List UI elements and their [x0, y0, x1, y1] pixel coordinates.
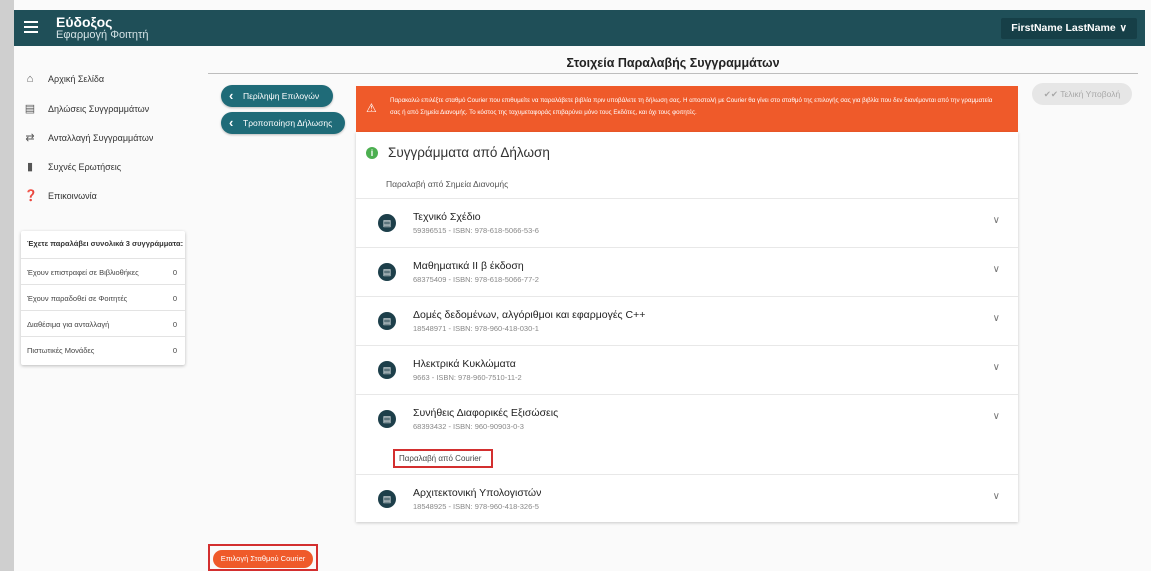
sidebar-item-label: Δηλώσεις Συγγραμμάτων: [48, 104, 150, 114]
app-subtitle: Εφαρμογή Φοιτητή: [56, 29, 149, 41]
sidebar-item-label: Αρχική Σελίδα: [48, 74, 105, 84]
book-icon: ▤: [378, 312, 396, 330]
book-meta: 68375409 - ISBN: 978-618-5066-77-2: [413, 275, 539, 284]
stats-card: Έχετε παραλάβει συνολικά 3 συγγράμματα: …: [21, 231, 185, 365]
chat-icon: ▮: [26, 161, 34, 173]
chevron-down-icon[interactable]: ∨: [993, 362, 1000, 373]
sidebar-item-label: Επικοινωνία: [48, 191, 97, 201]
book-title: Ηλεκτρικά Κυκλώματα: [413, 358, 516, 370]
final-submit-button[interactable]: ✔✔ Τελική Υποβολή: [1032, 83, 1132, 105]
book-icon: ▤: [378, 490, 396, 508]
book-item[interactable]: ▤ Τεχνικό Σχέδιο 59396515 - ISBN: 978-61…: [356, 198, 1018, 246]
stats-row: Έχουν επιστραφεί σε Βιβλιοθήκες 0: [21, 258, 185, 284]
book-icon: ▤: [378, 361, 396, 379]
chevron-down-icon[interactable]: ∨: [993, 313, 1000, 324]
app-title: Εύδοξος: [56, 14, 113, 30]
summary-button[interactable]: ‹ Περίληψη Επιλογών: [221, 85, 333, 107]
warning-banner: ⚠ Παρακαλώ επιλέξτε σταθμό Courier που ε…: [356, 86, 1018, 132]
chevron-down-icon[interactable]: ∨: [993, 264, 1000, 275]
final-submit-label: Τελική Υποβολή: [1060, 89, 1121, 99]
top-bar: Εύδοξος Εφαρμογή Φοιτητή FirstName LastN…: [14, 10, 1145, 46]
book-meta: 68393432 - ISBN: 960-90903-0-3: [413, 422, 524, 431]
book-item[interactable]: ▤ Δομές δεδομένων, αλγόριθμοι και εφαρμο…: [356, 296, 1018, 344]
book-item[interactable]: ▤ Συνήθεις Διαφορικές Εξισώσεις 68393432…: [356, 394, 1018, 442]
book-title: Τεχνικό Σχέδιο: [413, 211, 481, 223]
book-item[interactable]: ▤ Μαθηματικά ΙΙ β έκδοση 68375409 - ISBN…: [356, 247, 1018, 295]
stats-value: 0: [172, 268, 177, 277]
courier-pickup-label: Παραλαβή από Courier: [393, 449, 493, 468]
book-title: Συνήθεις Διαφορικές Εξισώσεις: [413, 407, 559, 419]
chevron-down-icon[interactable]: ∨: [993, 491, 1000, 502]
edit-declaration-button[interactable]: ‹ Τροποποίηση Δήλωσης: [221, 112, 345, 134]
stats-label: Πιστωτικές Μονάδες: [27, 346, 95, 355]
warning-icon: ⚠: [366, 101, 377, 115]
stats-title: Έχετε παραλάβει συνολικά 3 συγγράμματα:: [27, 239, 184, 248]
book-meta: 18548971 - ISBN: 978-960-418-030-1: [413, 324, 539, 333]
book-item[interactable]: ▤ Αρχιτεκτονική Υπολογιστών 18548925 - I…: [356, 474, 1018, 522]
book-icon: ▤: [378, 214, 396, 232]
sidebar-item-label: Συχνές Ερωτήσεις: [48, 162, 122, 172]
list-icon: ▤: [24, 103, 36, 115]
book-meta: 59396515 - ISBN: 978-618-5066-53-6: [413, 226, 539, 235]
stats-label: Διαθέσιμα για ανταλλαγή: [27, 320, 110, 329]
chevron-left-icon: ‹: [229, 88, 234, 103]
stats-value: 0: [172, 320, 177, 329]
book-title: Αρχιτεκτονική Υπολογιστών: [413, 487, 542, 499]
home-icon: ⌂: [26, 73, 34, 85]
sidebar-item-exchange[interactable]: ⇄ Ανταλλαγή Συγγραμμάτων: [14, 127, 190, 149]
info-icon: i: [366, 147, 378, 159]
check-icon: ✔✔: [1043, 89, 1059, 99]
stats-value: 0: [172, 346, 177, 355]
panel-title: Συγγράμματα από Δήλωση: [388, 145, 550, 160]
sidebar-item-home[interactable]: ⌂ Αρχική Σελίδα: [14, 68, 190, 90]
user-name: FirstName LastName: [1011, 22, 1116, 34]
app-window: Εύδοξος Εφαρμογή Φοιτητή FirstName LastN…: [0, 0, 1151, 571]
title-divider: [208, 73, 1138, 74]
chevron-left-icon: ‹: [229, 115, 234, 130]
help-icon: ❓: [24, 190, 38, 202]
page-title: Στοιχεία Παραλαβής Συγγραμμάτων: [566, 56, 780, 70]
pickup-points-label: Παραλαβή από Σημεία Διανομής: [386, 179, 509, 189]
book-item[interactable]: ▤ Ηλεκτρικά Κυκλώματα 9663 - ISBN: 978-9…: [356, 345, 1018, 393]
stats-row: Έχουν παραδοθεί σε Φοιτητές 0: [21, 284, 185, 310]
menu-icon[interactable]: [24, 21, 38, 33]
book-icon: ▤: [378, 410, 396, 428]
book-meta: 18548925 - ISBN: 978-960-418-326-5: [413, 502, 539, 511]
chevron-down-icon: ∨: [1119, 23, 1127, 34]
warning-text: Παρακαλώ επιλέξτε σταθμό Courier που επι…: [390, 97, 993, 116]
swap-icon: ⇄: [25, 132, 35, 144]
sidebar-item-faq[interactable]: ▮ Συχνές Ερωτήσεις: [14, 156, 190, 178]
stats-row: Διαθέσιμα για ανταλλαγή 0: [21, 310, 185, 336]
stats-row: Πιστωτικές Μονάδες 0: [21, 336, 185, 362]
book-meta: 9663 - ISBN: 978-960-7510-11-2: [413, 373, 522, 382]
user-menu-button[interactable]: FirstName LastName ∨: [1001, 18, 1137, 39]
stats-value: 0: [172, 294, 177, 303]
book-icon: ▤: [378, 263, 396, 281]
chevron-down-icon[interactable]: ∨: [993, 215, 1000, 226]
window-edge: [0, 0, 14, 571]
select-courier-station-button[interactable]: Επιλογή Σταθμού Courier: [213, 550, 313, 568]
book-title: Μαθηματικά ΙΙ β έκδοση: [413, 260, 524, 272]
stats-label: Έχουν επιστραφεί σε Βιβλιοθήκες: [27, 268, 139, 277]
sidebar-item-label: Ανταλλαγή Συγγραμμάτων: [48, 133, 154, 143]
sidebar-item-declarations[interactable]: ▤ Δηλώσεις Συγγραμμάτων: [14, 98, 190, 120]
edit-button-label: Τροποποίηση Δήλωσης: [243, 118, 333, 128]
book-title: Δομές δεδομένων, αλγόριθμοι και εφαρμογέ…: [413, 309, 646, 321]
stats-label: Έχουν παραδοθεί σε Φοιτητές: [27, 294, 128, 303]
sidebar-item-contact[interactable]: ❓ Επικοινωνία: [14, 185, 190, 207]
summary-button-label: Περίληψη Επιλογών: [243, 91, 320, 101]
chevron-down-icon[interactable]: ∨: [993, 411, 1000, 422]
